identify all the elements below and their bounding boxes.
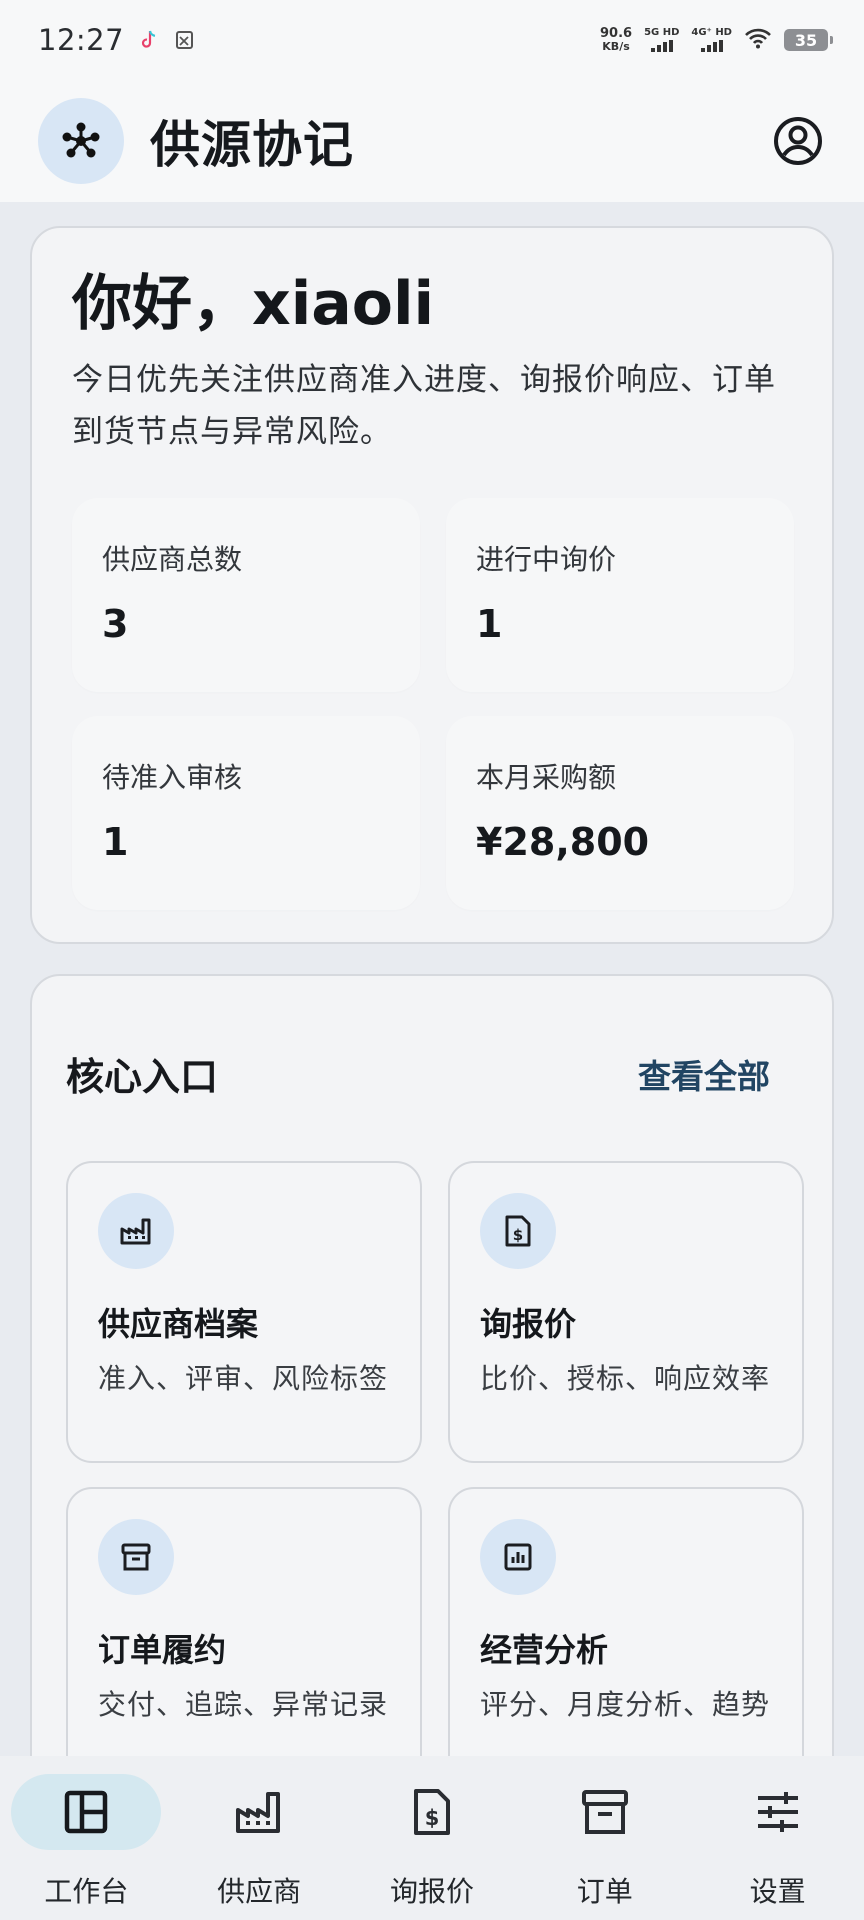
nav-item-workbench[interactable]: 工作台 <box>6 1774 166 1910</box>
stat-inquiry-in-progress[interactable]: 进行中询价 1 <box>446 498 794 692</box>
svg-text:$: $ <box>513 1226 523 1244</box>
stat-value: 3 <box>102 602 129 646</box>
nav-item-inquiry[interactable]: $ 询报价 <box>352 1774 512 1910</box>
nav-label: 询报价 <box>389 1875 474 1908</box>
archive-box-icon <box>98 1519 174 1595</box>
tile-business-analysis[interactable]: 经营分析 评分、月度分析、趋势 <box>448 1487 804 1789</box>
nav-icon-wrap: $ <box>357 1774 507 1850</box>
tile-description: 评分、月度分析、趋势 <box>480 1688 771 1721</box>
greeting-description: 今日优先关注供应商准入进度、询报价响应、订单到货节点与异常风险。 <box>72 362 776 450</box>
profile-button[interactable] <box>770 113 826 169</box>
stat-pending-review[interactable]: 待准入审核 1 <box>72 716 420 910</box>
nav-item-order[interactable]: 订单 <box>525 1774 685 1910</box>
nav-icon-wrap <box>703 1774 853 1850</box>
section-title: 核心入口 <box>66 1055 219 1099</box>
welcome-card: 你好，xiaoli 今日优先关注供应商准入进度、询报价响应、订单到货节点与异常风… <box>30 226 834 944</box>
nav-label: 供应商 <box>217 1875 302 1908</box>
tiktok-icon <box>138 28 160 52</box>
wifi-icon <box>744 27 772 53</box>
greeting-title: 你好，xiaoli <box>72 269 435 339</box>
tile-title: 询报价 <box>480 1305 577 1343</box>
dashboard-icon <box>65 1790 108 1834</box>
entry-tiles: 供应商档案 准入、评审、风险标签 $ 询报价 比价、授标、响应效率 订单履约 交… <box>66 1161 804 1789</box>
tile-description: 准入、评审、风险标签 <box>98 1362 389 1395</box>
nav-label: 订单 <box>576 1875 633 1908</box>
tile-title: 经营分析 <box>480 1631 609 1669</box>
battery-icon: 35 <box>784 29 833 51</box>
tile-description: 比价、授标、响应效率 <box>480 1362 771 1395</box>
view-all-link[interactable]: 查看全部 <box>638 1050 770 1098</box>
app-bar: 供源协记 <box>0 80 864 202</box>
account-circle-icon <box>774 117 822 165</box>
stat-label: 进行中询价 <box>476 543 617 576</box>
net-speed-value: 90.6 <box>599 26 633 41</box>
factory-icon <box>98 1193 174 1269</box>
net-speed-unit: KB/s <box>602 40 630 53</box>
stat-value: 1 <box>102 820 129 864</box>
stat-monthly-purchase[interactable]: 本月采购额 ¥28,800 <box>446 716 794 910</box>
stat-label: 本月采购额 <box>476 761 617 794</box>
nav-icon-wrap <box>184 1774 334 1850</box>
nav-item-supplier[interactable]: 供应商 <box>179 1774 339 1910</box>
signal-bars-icon <box>650 40 673 52</box>
core-entry-card: 核心入口 查看全部 供应商档案 准入、评审、风险标签 $ 询报价 比价、授标、响… <box>30 974 834 1804</box>
archive-box-icon <box>581 1790 628 1834</box>
nav-icon-wrap <box>530 1774 680 1850</box>
stat-label: 供应商总数 <box>102 543 243 576</box>
signal-5g-label: 5G HD <box>644 27 680 38</box>
signal-4g: 4G⁺ HD <box>691 28 732 52</box>
nav-label: 设置 <box>749 1875 806 1908</box>
stat-value: ¥28,800 <box>476 820 650 864</box>
tile-supplier-profile[interactable]: 供应商档案 准入、评审、风险标签 <box>66 1161 422 1463</box>
tile-description: 交付、追踪、异常记录 <box>98 1688 389 1721</box>
signal-5g: 5G HD <box>644 28 679 52</box>
svg-text:$: $ <box>425 1806 440 1830</box>
stat-value: 1 <box>476 602 503 646</box>
tile-title: 订单履约 <box>98 1631 227 1669</box>
tile-order-fulfillment[interactable]: 订单履约 交付、追踪、异常记录 <box>66 1487 422 1789</box>
nav-item-settings[interactable]: 设置 <box>698 1774 858 1910</box>
price-document-icon: $ <box>413 1789 450 1835</box>
image-app-icon <box>174 28 196 52</box>
nav-active-indicator <box>11 1774 162 1850</box>
stat-supplier-total[interactable]: 供应商总数 3 <box>72 498 420 692</box>
tile-inquiry-quote[interactable]: $ 询报价 比价、授标、响应效率 <box>448 1161 804 1463</box>
status-bar: 12:27 90.6 KB/s 5G HD 4G⁺ HD 35 <box>0 0 864 80</box>
nav-label: 工作台 <box>44 1875 129 1908</box>
bar-chart-icon <box>480 1519 556 1595</box>
section-header: 核心入口 查看全部 <box>66 1046 798 1101</box>
stats-grid: 供应商总数 3 进行中询价 1 待准入审核 1 本月采购额 ¥28,800 <box>72 498 794 910</box>
network-hub-icon <box>38 98 124 184</box>
factory-icon <box>236 1792 281 1833</box>
price-document-icon: $ <box>480 1193 556 1269</box>
status-right: 90.6 KB/s 5G HD 4G⁺ HD 35 <box>600 27 833 53</box>
stat-label: 待准入审核 <box>102 761 243 794</box>
signal-bars-icon <box>700 40 723 52</box>
app-title: 供源协记 <box>150 116 354 174</box>
status-left: 12:27 <box>38 23 196 57</box>
battery-level: 35 <box>794 30 818 50</box>
tile-title: 供应商档案 <box>98 1305 259 1343</box>
net-speed: 90.6 KB/s <box>600 27 632 53</box>
sliders-icon <box>757 1792 798 1832</box>
signal-4g-label: 4G⁺ HD <box>691 27 732 38</box>
status-time: 12:27 <box>38 23 125 57</box>
bottom-navigation: 工作台 供应商 $ 询报价 订单 设置 <box>0 1756 864 1920</box>
